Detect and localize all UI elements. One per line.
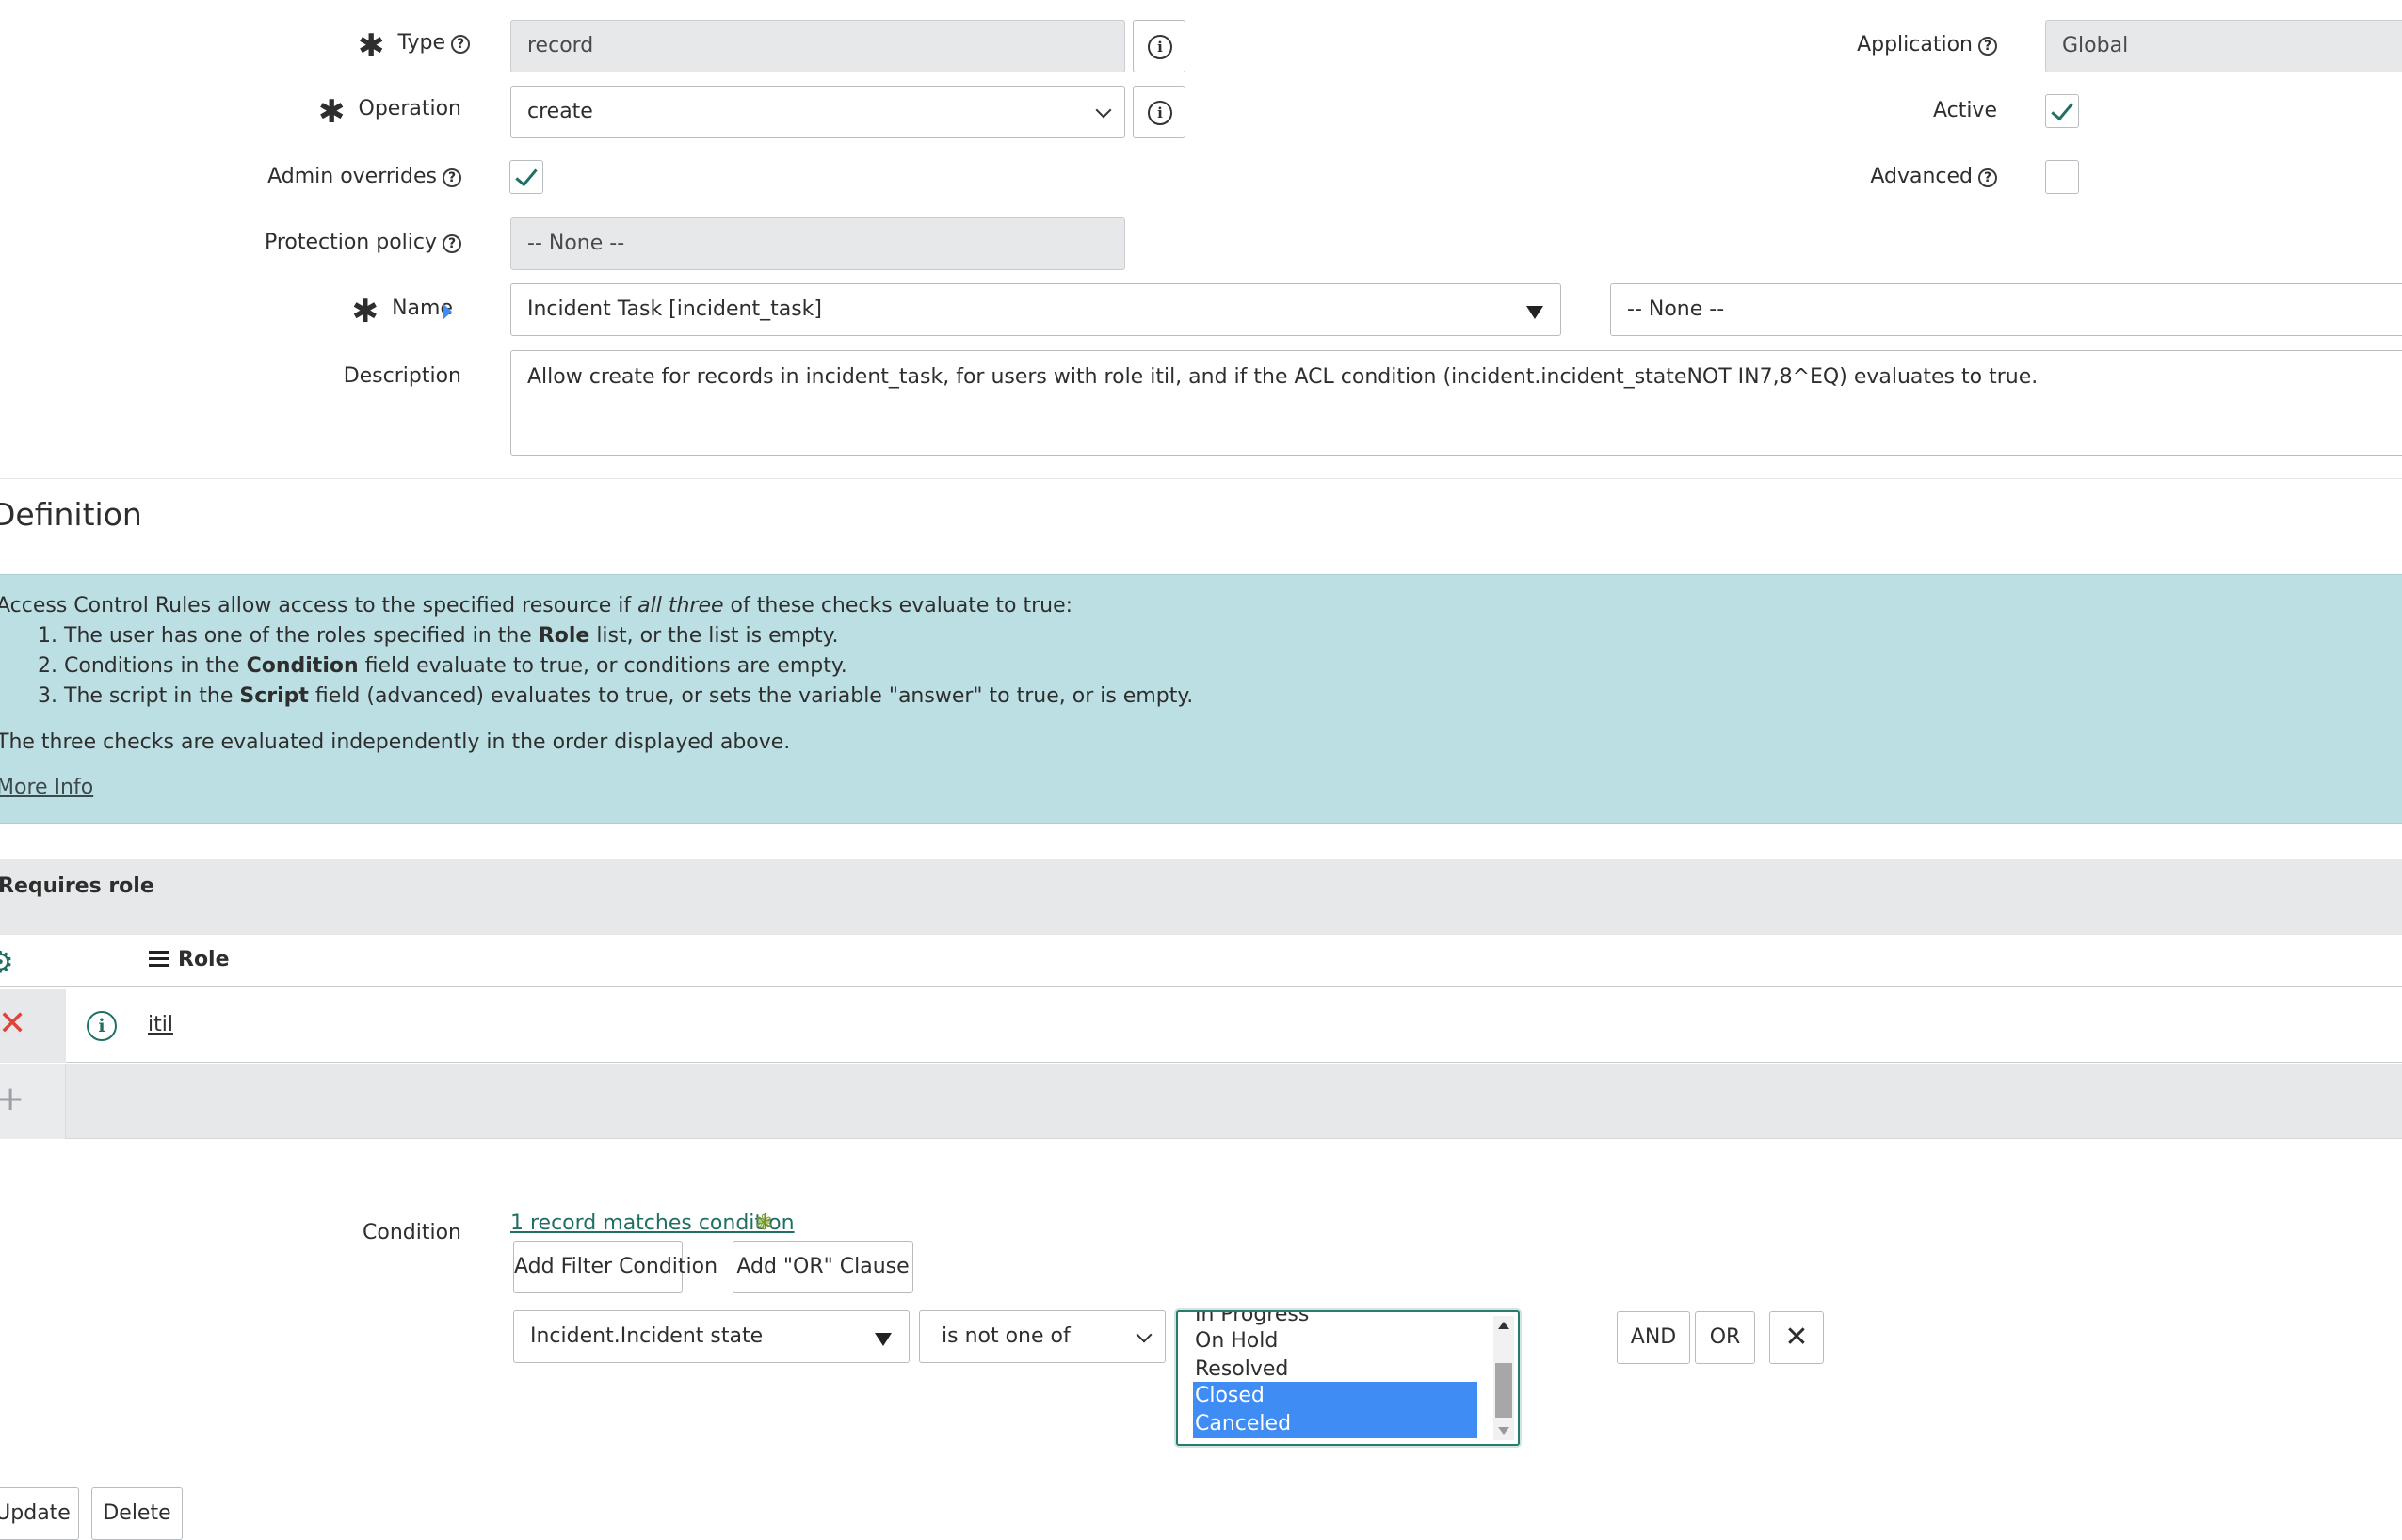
definition-info-box: Access Control Rules allow access to the…	[0, 574, 2402, 824]
help-icon[interactable]: ?	[451, 35, 470, 54]
close-icon[interactable]: ✕	[0, 1005, 26, 1043]
required-asterisk-icon: ✱	[318, 93, 346, 131]
add-filter-condition-button[interactable]: Add Filter Condition	[513, 1241, 717, 1293]
info-icon: i	[1148, 35, 1172, 59]
name-field-select[interactable]: -- None --	[1610, 283, 2402, 336]
type-info-button[interactable]: i	[1133, 20, 1185, 72]
protection-policy-label: Protection policy?	[265, 231, 461, 254]
condition-label: Condition	[363, 1221, 461, 1244]
operation-select[interactable]: create	[510, 86, 1125, 138]
type-label: ✱ Type?	[358, 30, 470, 62]
gear-icon[interactable]: ⚙	[0, 946, 21, 980]
and-button[interactable]: AND	[1617, 1311, 1690, 1364]
help-icon[interactable]: ?	[1978, 37, 1997, 56]
checkmark-icon	[515, 163, 538, 187]
plus-icon[interactable]: +	[0, 1081, 24, 1118]
scroll-up-icon[interactable]	[1498, 1322, 1509, 1329]
role-column-header[interactable]: Role	[178, 948, 230, 971]
info-icon[interactable]: i	[87, 1011, 117, 1041]
chevron-down-icon	[1136, 1326, 1153, 1343]
related-list-header: Requires role	[0, 859, 2402, 935]
list-item[interactable]: Resolved	[1193, 1356, 1477, 1384]
add-or-clause-button[interactable]: Add "OR" Clause	[733, 1241, 913, 1293]
definition-item: 2. Conditions in the Condition field eva…	[38, 654, 847, 678]
application-label: Application?	[1857, 33, 1997, 56]
refresh-icon[interactable]: ❃	[755, 1211, 772, 1235]
role-list-column-header: ⚙ Role	[0, 935, 2402, 987]
chevron-down-icon	[1095, 102, 1112, 119]
condition-values-listbox[interactable]: In Progress On Hold Resolved Closed Canc…	[1176, 1310, 1520, 1446]
scroll-down-icon[interactable]	[1498, 1427, 1509, 1435]
role-link[interactable]: itil	[148, 1013, 173, 1036]
description-label: Description	[343, 364, 461, 388]
required-asterisk-icon: ✱	[351, 293, 379, 330]
scrollbar-thumb[interactable]	[1495, 1363, 1512, 1418]
application-field[interactable]: Global	[2045, 20, 2402, 72]
dropdown-triangle-icon	[875, 1333, 892, 1346]
name-reference-field[interactable]: Incident Task [incident_task]	[510, 283, 1561, 336]
help-icon[interactable]: ?	[443, 168, 461, 187]
or-button[interactable]: OR	[1695, 1311, 1755, 1364]
record-matches-link[interactable]: 1 record matches condition	[510, 1211, 795, 1235]
list-item-selected[interactable]: Canceled	[1193, 1410, 1477, 1438]
update-button[interactable]: Update	[0, 1487, 79, 1540]
condition-field-select[interactable]: Incident.Incident state	[513, 1310, 910, 1363]
info-icon: i	[1148, 101, 1172, 125]
protection-policy-field[interactable]: -- None --	[510, 217, 1125, 270]
list-item-selected[interactable]: Closed	[1193, 1382, 1477, 1410]
help-icon[interactable]: ?	[1978, 168, 1997, 187]
active-checkbox[interactable]	[2045, 94, 2079, 128]
type-field[interactable]: record	[510, 20, 1125, 72]
name-label: ✱ Name	[351, 293, 453, 330]
table-row: ✕ i itil	[0, 989, 2402, 1063]
list-item[interactable]: On Hold	[1193, 1327, 1477, 1356]
dropdown-triangle-icon	[1526, 306, 1543, 319]
advanced-label: Advanced?	[1870, 165, 1997, 188]
scrollbar[interactable]	[1493, 1316, 1514, 1440]
close-icon: ✕	[1784, 1321, 1809, 1354]
admin-overrides-checkbox[interactable]	[509, 160, 543, 194]
description-textarea[interactable]: Allow create for records in incident_tas…	[510, 350, 2402, 456]
delete-button[interactable]: Delete	[91, 1487, 183, 1540]
admin-overrides-label: Admin overrides?	[267, 165, 461, 188]
add-row: +	[0, 1064, 2402, 1139]
definition-item: 3. The script in the Script field (advan…	[38, 684, 1194, 708]
definition-intro: Access Control Rules allow access to the…	[0, 594, 1073, 618]
operation-label: ✱ Operation	[318, 93, 461, 131]
checkmark-icon	[2051, 97, 2073, 121]
definition-title: Definition	[0, 496, 142, 533]
list-item[interactable]: In Progress	[1193, 1312, 1477, 1329]
advanced-checkbox[interactable]	[2045, 160, 2079, 194]
remove-condition-button[interactable]: ✕	[1769, 1311, 1824, 1364]
definition-footer: The three checks are evaluated independe…	[0, 730, 791, 754]
related-list-title: Requires role	[0, 874, 154, 898]
definition-item: 1. The user has one of the roles specifi…	[38, 624, 839, 648]
active-label: Active	[1932, 99, 1997, 122]
section-divider	[0, 478, 2402, 479]
help-icon[interactable]: ?	[443, 234, 461, 253]
expand-arrow-icon[interactable]	[443, 303, 452, 320]
more-info-link[interactable]: More Info	[0, 776, 93, 799]
condition-operator-select[interactable]: is not one of	[919, 1310, 1166, 1363]
operation-info-button[interactable]: i	[1133, 86, 1185, 138]
list-menu-icon[interactable]	[149, 951, 169, 967]
required-asterisk-icon: ✱	[357, 27, 385, 65]
